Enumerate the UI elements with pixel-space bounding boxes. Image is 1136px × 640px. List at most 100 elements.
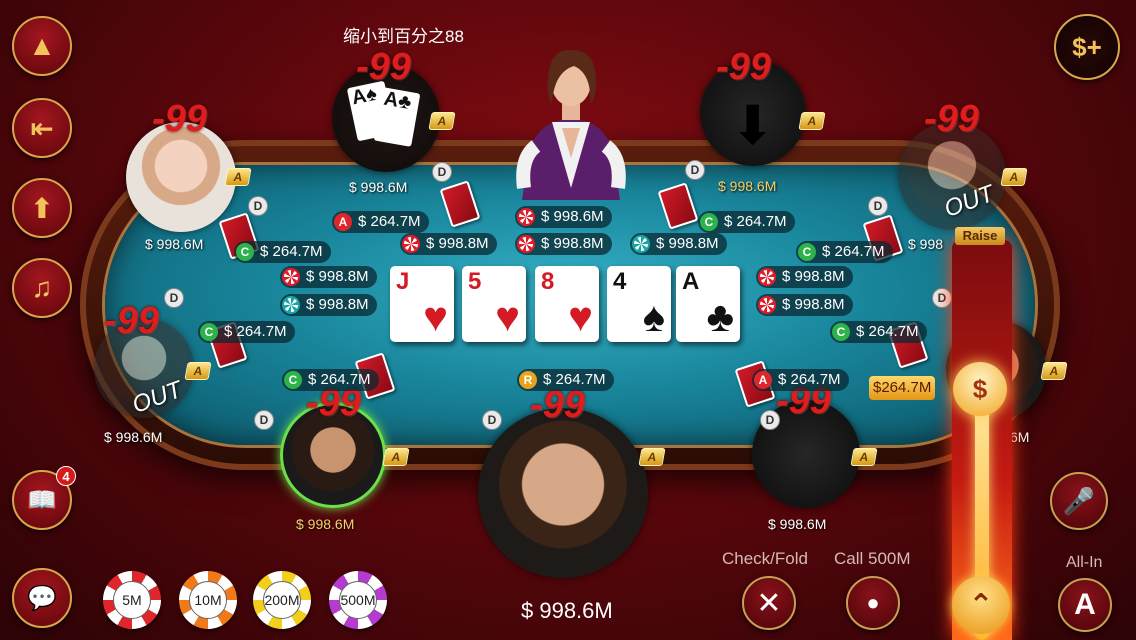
bet-amount: $ 998.8M (782, 268, 845, 285)
bet-amount: $ 264.7M (358, 213, 421, 230)
chip-icon (282, 296, 300, 314)
notification-badge: 4 (56, 466, 76, 486)
allin-a-icon: A (1074, 588, 1096, 621)
exit-table-button[interactable]: ⇤ (12, 98, 72, 158)
music-off-icon: ♫ (31, 272, 53, 303)
chip-500m-button[interactable]: 500M (329, 571, 387, 629)
zoom-label: 缩小到百分之88 (343, 27, 464, 46)
book-icon: 📖 (27, 486, 57, 514)
allin-marker: A (334, 213, 352, 231)
all-in-label: All-In (1066, 554, 1103, 571)
dealer-marker: D (254, 410, 274, 430)
chat-button[interactable]: 💬 (12, 568, 72, 628)
bet-pill: C $ 264.7M (234, 241, 331, 263)
call-marker: C (798, 243, 816, 261)
my-avatar[interactable] (478, 408, 648, 578)
bet-pill: C $ 264.7M (796, 241, 893, 263)
dollar-icon: $ (972, 373, 988, 404)
bet-amount: $ 998.8M (541, 235, 604, 252)
player-score: -99 (924, 98, 979, 140)
card-rank: 4 (613, 268, 627, 295)
level-badge: A (1000, 168, 1028, 186)
hand-guide-button[interactable]: 📖 4 (12, 466, 76, 530)
bet-pill: C $ 264.7M (698, 211, 795, 233)
dealer-character (516, 49, 626, 200)
bet-pill: R $ 264.7M (517, 369, 614, 391)
call-label: Call 500M (834, 549, 911, 568)
raise-label: Raise (955, 227, 1005, 245)
chip-5m-button[interactable]: 5M (103, 571, 161, 629)
stand-up-button[interactable]: ⬆ (12, 178, 72, 238)
call-marker: C (700, 213, 718, 231)
chip-icon (632, 235, 650, 253)
player-money: $ 998.6M (145, 236, 204, 252)
bet-amount: $ 998.8M (306, 268, 369, 285)
community-card-4: 4 ♠ (607, 266, 671, 342)
dealer-marker: D (432, 162, 452, 182)
raise-slider-handle[interactable]: $ (953, 362, 1007, 416)
call-marker: C (284, 371, 302, 389)
bet-amount: $ 998.8M (782, 296, 845, 313)
card-rank: A (682, 268, 700, 295)
bet-pill: $ 998.8M (756, 266, 853, 288)
level-badge: A (382, 448, 410, 466)
bet-pill: C $ 264.7M (198, 321, 295, 343)
bet-pill: $ 998.8M (400, 233, 497, 255)
community-card-2: 5 ♥ (462, 266, 526, 342)
level-badge: A (1040, 362, 1068, 380)
player-score: -99 (716, 46, 771, 88)
bet-pill: A $ 264.7M (752, 369, 849, 391)
close-icon: ✕ (756, 586, 782, 620)
heart-icon: ♥ (568, 293, 593, 340)
bet-amount: $ 264.7M (778, 371, 841, 388)
level-badge: A (224, 168, 252, 186)
dot-icon: ● (866, 590, 880, 615)
bet-pill: $ 998.8M (630, 233, 727, 255)
voice-chat-button[interactable]: 🎤 (1050, 472, 1108, 530)
bet-amount: $ 264.7M (224, 323, 287, 340)
chip-value: 500M (339, 581, 377, 619)
community-card-1: J ♥ (390, 266, 454, 342)
bet-amount: $ 998.8M (426, 235, 489, 252)
shop-button[interactable]: $+ (1054, 14, 1120, 80)
check-fold-button[interactable]: ✕ (742, 576, 796, 630)
mute-music-button[interactable]: ♫ (12, 258, 72, 318)
raise-confirm-button[interactable]: ⌃ (952, 576, 1010, 634)
community-card-5: A ♣ (676, 266, 740, 342)
bet-amount: $ 264.7M (724, 213, 787, 230)
my-balance: $ 998.6M (521, 598, 613, 623)
dealer-marker: D (685, 160, 705, 180)
chip-icon (402, 235, 420, 253)
bet-amount: $ 264.7M (308, 371, 371, 388)
chip-200m-button[interactable]: 200M (253, 571, 311, 629)
chat-icon: 💬 (27, 584, 57, 612)
bet-amount: $ 264.7M (822, 243, 885, 260)
chip-icon (282, 268, 300, 286)
hole-card-ace-club: A♣ (373, 87, 421, 147)
player-score: -99 (152, 98, 207, 140)
call-button[interactable]: ● (846, 576, 900, 630)
chevron-up-icon: ⌃ (968, 588, 994, 622)
chip-icon (517, 208, 535, 226)
player-money: 6M (1010, 429, 1030, 445)
chip-icon (758, 268, 776, 286)
stand-up-icon: ⬆ (30, 192, 54, 224)
exit-icon: ⇤ (30, 112, 54, 144)
bet-pill: $ 998.8M (756, 294, 853, 316)
collapse-menu-button[interactable]: ▲ (12, 16, 72, 76)
allin-marker: A (754, 371, 772, 389)
player-money: $ 998.6M (104, 429, 163, 445)
player-money: $ 998.6M (768, 516, 827, 532)
dealer-marker: D (248, 196, 268, 216)
chip-icon (758, 296, 776, 314)
chip-10m-button[interactable]: 10M (179, 571, 237, 629)
bet-pill: $ 998.8M (515, 233, 612, 255)
bet-amount: $ 264.7M (260, 243, 323, 260)
player-score: -99 (356, 46, 411, 88)
call-marker: C (236, 243, 254, 261)
player-score: -99 (104, 300, 159, 342)
bet-amount: $ 264.7M (543, 371, 606, 388)
chip-value: 200M (263, 581, 301, 619)
all-in-button[interactable]: A (1058, 578, 1112, 632)
bet-pill: C $ 264.7M (830, 321, 927, 343)
